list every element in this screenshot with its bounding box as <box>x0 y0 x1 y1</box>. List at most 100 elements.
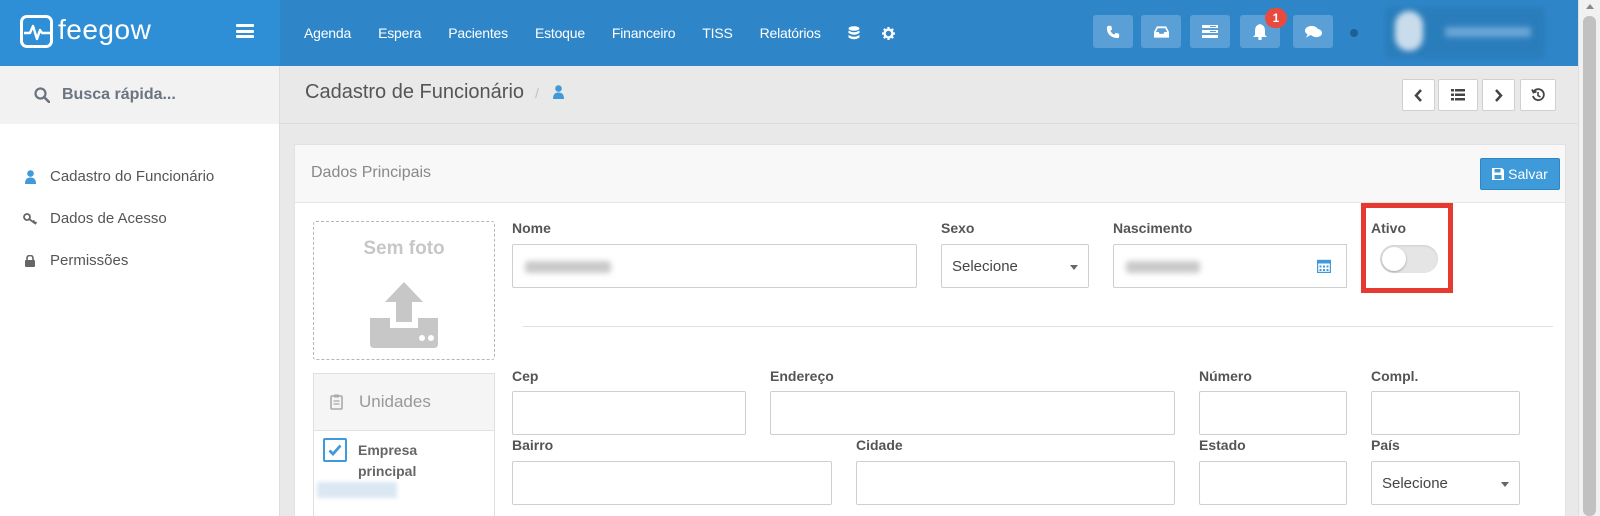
cep-label: Cep <box>512 368 539 384</box>
upload-icon <box>370 282 438 348</box>
checkmark-icon <box>328 444 342 456</box>
clipboard-icon <box>330 394 343 410</box>
pais-select[interactable]: Selecione <box>1371 461 1520 505</box>
page-scrollbar[interactable] <box>1578 0 1600 516</box>
empresa-principal-label: Empresa principal <box>358 440 417 482</box>
notification-badge: 1 <box>1265 8 1287 28</box>
estado-field[interactable] <box>1199 461 1347 505</box>
history-icon <box>1531 88 1545 102</box>
user-icon <box>22 169 38 184</box>
app-window: feegow Agenda Espera Pacientes Estoque F… <box>0 0 1600 516</box>
sidebar-item-label: Dados de Acesso <box>50 210 167 227</box>
endereco-label: Endereço <box>770 368 834 384</box>
page-header: Cadastro de Funcionário / <box>280 66 1578 124</box>
phone-button[interactable] <box>1093 15 1133 48</box>
search-icon <box>34 87 50 103</box>
floppy-disk-icon <box>1492 168 1505 180</box>
nome-value-blurred <box>525 261 611 273</box>
sidebar-item-label: Cadastro do Funcionário <box>50 168 215 185</box>
sexo-select-value: Selecione <box>952 257 1018 275</box>
nav-espera[interactable]: Espera <box>378 25 421 41</box>
compl-field[interactable] <box>1371 391 1520 435</box>
inbox-button[interactable] <box>1141 15 1181 48</box>
nav-tiss[interactable]: TISS <box>702 25 733 41</box>
bell-icon <box>1253 23 1267 40</box>
nav-relatorios[interactable]: Relatórios <box>760 25 821 41</box>
chevron-down-icon <box>1070 265 1078 270</box>
empresa-label-line1: Empresa <box>358 442 418 458</box>
chevron-left-icon <box>1414 88 1422 102</box>
sidebar-item-permissoes[interactable]: Permissões <box>22 252 128 269</box>
top-navbar: feegow Agenda Espera Pacientes Estoque F… <box>0 0 1578 66</box>
nome-label: Nome <box>512 220 551 236</box>
empresa-label-line2: principal <box>358 463 417 479</box>
chevron-down-icon <box>1501 482 1509 487</box>
nome-field[interactable] <box>512 244 917 288</box>
key-icon <box>22 212 38 225</box>
save-button[interactable]: Salvar <box>1480 158 1560 190</box>
gear-icon[interactable] <box>881 26 895 40</box>
numero-label: Número <box>1199 368 1252 384</box>
chevron-right-icon <box>1495 88 1503 102</box>
compl-label: Compl. <box>1371 368 1419 384</box>
queue-button[interactable] <box>1190 15 1230 48</box>
main-menu: Agenda Espera Pacientes Estoque Financei… <box>304 0 917 66</box>
scrollbar-thumb[interactable] <box>1583 16 1596 516</box>
inbox-icon <box>1153 25 1169 38</box>
bairro-field[interactable] <box>512 461 832 505</box>
pais-select-value: Selecione <box>1382 474 1448 492</box>
nav-estoque[interactable]: Estoque <box>535 25 585 41</box>
estado-label: Estado <box>1199 437 1246 453</box>
breadcrumb-separator: / <box>535 85 539 101</box>
nascimento-value-blurred <box>1126 261 1200 273</box>
phone-icon <box>1106 25 1120 38</box>
unidades-header: Unidades <box>314 374 494 431</box>
sexo-select[interactable]: Selecione <box>941 244 1089 288</box>
sexo-label: Sexo <box>941 220 975 236</box>
cep-field[interactable] <box>512 391 746 435</box>
calendar-icon <box>1317 259 1331 273</box>
blurred-unit-row <box>317 482 397 498</box>
nav-agenda[interactable]: Agenda <box>304 25 351 41</box>
numero-field[interactable] <box>1199 391 1347 435</box>
menu-toggle-icon[interactable] <box>236 24 254 38</box>
highlight-box <box>1361 203 1453 293</box>
chat-icon <box>1304 25 1322 38</box>
logo-area: feegow <box>0 0 280 66</box>
online-status-dot <box>1350 29 1358 37</box>
user-menu[interactable] <box>1385 7 1545 59</box>
unidades-label: Unidades <box>359 392 431 411</box>
endereco-field[interactable] <box>770 391 1175 435</box>
user-icon <box>553 85 564 104</box>
unidades-panel: Unidades Empresa principal <box>313 373 495 516</box>
panel-header: Dados Principais Salvar <box>295 145 1565 203</box>
nav-financeiro[interactable]: Financeiro <box>612 25 676 41</box>
sidebar-item-acesso[interactable]: Dados de Acesso <box>22 210 167 227</box>
queue-icon <box>1202 25 1218 38</box>
cidade-field[interactable] <box>856 461 1175 505</box>
chat-button[interactable] <box>1293 15 1333 48</box>
lock-icon <box>22 254 38 267</box>
next-button[interactable] <box>1482 79 1515 111</box>
page-title: Cadastro de Funcionário <box>305 81 525 103</box>
panel-title: Dados Principais <box>311 164 432 181</box>
sidebar-item-cadastro[interactable]: Cadastro do Funcionário <box>22 168 214 185</box>
previous-button[interactable] <box>1402 79 1435 111</box>
list-button[interactable] <box>1438 79 1478 111</box>
no-photo-label: Sem foto <box>363 238 445 259</box>
nascimento-field[interactable] <box>1113 244 1304 288</box>
history-button[interactable] <box>1520 79 1556 111</box>
cidade-label: Cidade <box>856 437 903 453</box>
calendar-button[interactable] <box>1302 244 1347 288</box>
sidebar-item-label: Permissões <box>50 252 129 269</box>
main-panel: Dados Principais Salvar Sem foto Unidade… <box>294 144 1566 516</box>
nav-pacientes[interactable]: Pacientes <box>448 25 508 41</box>
quick-search[interactable]: Busca rápida... <box>0 66 279 124</box>
photo-upload[interactable]: Sem foto <box>313 221 495 360</box>
pais-label: País <box>1371 437 1400 453</box>
quick-search-label: Busca rápida... <box>62 86 176 103</box>
empresa-principal-checkbox[interactable] <box>323 438 347 462</box>
scroll-up-arrow-icon[interactable] <box>1586 4 1594 9</box>
section-divider <box>523 326 1553 327</box>
database-icon[interactable] <box>848 26 860 40</box>
